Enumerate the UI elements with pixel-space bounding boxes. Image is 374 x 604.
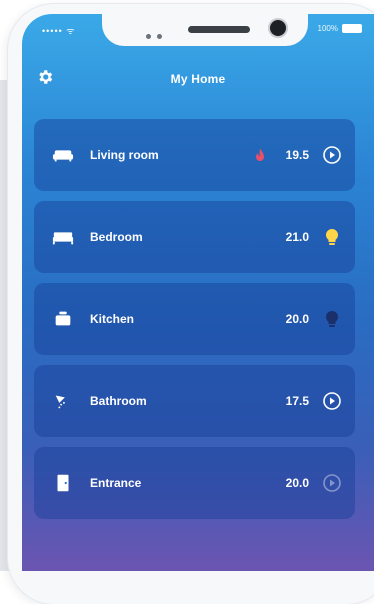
- flame-icon: [256, 148, 264, 161]
- room-card-bedroom[interactable]: Bedroom 21.0: [34, 201, 355, 273]
- page-title: My Home: [170, 72, 226, 86]
- signal-indicator: ••••• ᯤ: [42, 26, 76, 36]
- room-temperature: 19.5: [285, 148, 309, 162]
- room-name: Kitchen: [90, 312, 135, 326]
- app-header: My Home: [22, 66, 374, 96]
- bed-icon: [52, 232, 74, 245]
- room-card-entrance[interactable]: Entrance 20.0: [34, 447, 355, 519]
- room-name: Living room: [90, 148, 159, 162]
- room-temperature: 17.5: [285, 394, 309, 408]
- room-name: Bathroom: [90, 394, 147, 408]
- battery-percent: 100%: [317, 24, 338, 33]
- room-card-kitchen[interactable]: Kitchen 20.0: [34, 283, 355, 355]
- phone-screen: ••••• ᯤ 100% My Home Living room 19.5 Be…: [22, 14, 374, 571]
- room-name: Entrance: [90, 476, 142, 490]
- sensor-dots: [146, 26, 174, 39]
- play-circle-dim-icon[interactable]: [321, 472, 343, 494]
- lightbulb-icon[interactable]: [321, 226, 343, 248]
- room-name: Bedroom: [90, 230, 143, 244]
- phone-notch: [102, 14, 308, 46]
- room-temperature: 21.0: [285, 230, 309, 244]
- front-camera: [270, 20, 286, 36]
- lightbulb-off-icon[interactable]: [321, 308, 343, 330]
- room-list: Living room 19.5 Bedroom 21.0 Kitchen 20…: [34, 119, 355, 529]
- play-circle-icon[interactable]: [321, 390, 343, 412]
- speaker-grille: [188, 26, 250, 33]
- shower-icon: [55, 395, 65, 409]
- room-card-bathroom[interactable]: Bathroom 17.5: [34, 365, 355, 437]
- room-temperature: 20.0: [285, 312, 309, 326]
- room-temperature: 20.0: [285, 476, 309, 490]
- battery-icon: [342, 24, 362, 33]
- play-circle-icon[interactable]: [321, 144, 343, 166]
- room-card-living-room[interactable]: Living room 19.5: [34, 119, 355, 191]
- sofa-icon: [52, 150, 74, 162]
- door-icon: [57, 474, 69, 492]
- pot-icon: [55, 311, 71, 326]
